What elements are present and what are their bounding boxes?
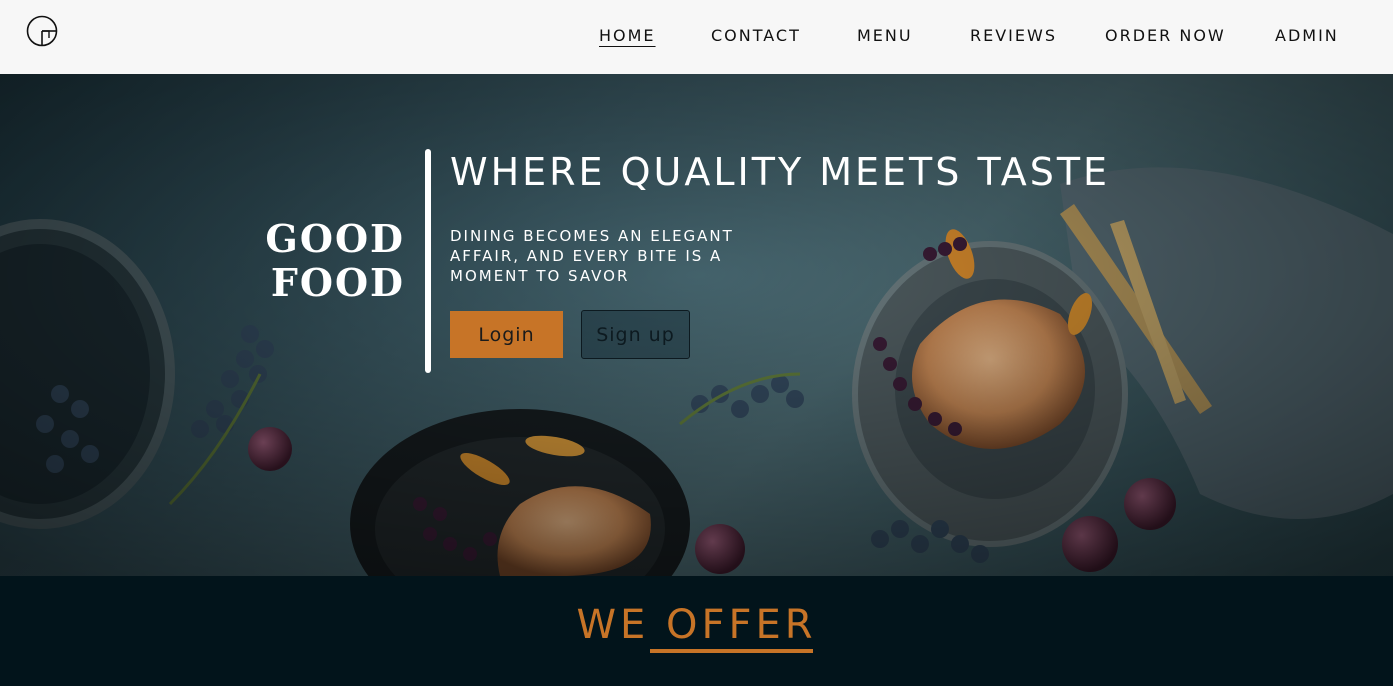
brand-line-food: FOOD [270, 260, 405, 305]
brand-line-good: GOOD [265, 216, 405, 261]
hero-subline: DINING BECOMES AN ELEGANT AFFAIR, AND EV… [450, 227, 734, 285]
signup-button[interactable]: Sign up [581, 310, 690, 359]
nav-reviews[interactable]: REVIEWS [970, 26, 1057, 45]
brand-title: GOOD FOOD [265, 217, 405, 305]
nav-home[interactable]: HOME [599, 26, 656, 45]
g-monogram-logo-icon[interactable] [25, 14, 59, 48]
we-offer-underline [650, 649, 813, 653]
we-offer-heading: WE OFFER [576, 602, 817, 648]
login-button[interactable]: Login [450, 311, 563, 358]
nav-contact[interactable]: CONTACT [711, 26, 801, 45]
hero-section: GOOD FOOD WHERE QUALITY MEETS TASTE DINI… [0, 74, 1393, 576]
nav-admin[interactable]: ADMIN [1275, 26, 1339, 45]
we-offer-section: WE OFFER [0, 576, 1393, 686]
vertical-divider [425, 149, 431, 373]
nav-order-now[interactable]: ORDER NOW [1105, 26, 1226, 45]
nav-menu[interactable]: MENU [857, 26, 913, 45]
top-navbar: HOME CONTACT MENU REVIEWS ORDER NOW ADMI… [0, 0, 1393, 74]
hero-headline: WHERE QUALITY MEETS TASTE [450, 150, 1111, 194]
